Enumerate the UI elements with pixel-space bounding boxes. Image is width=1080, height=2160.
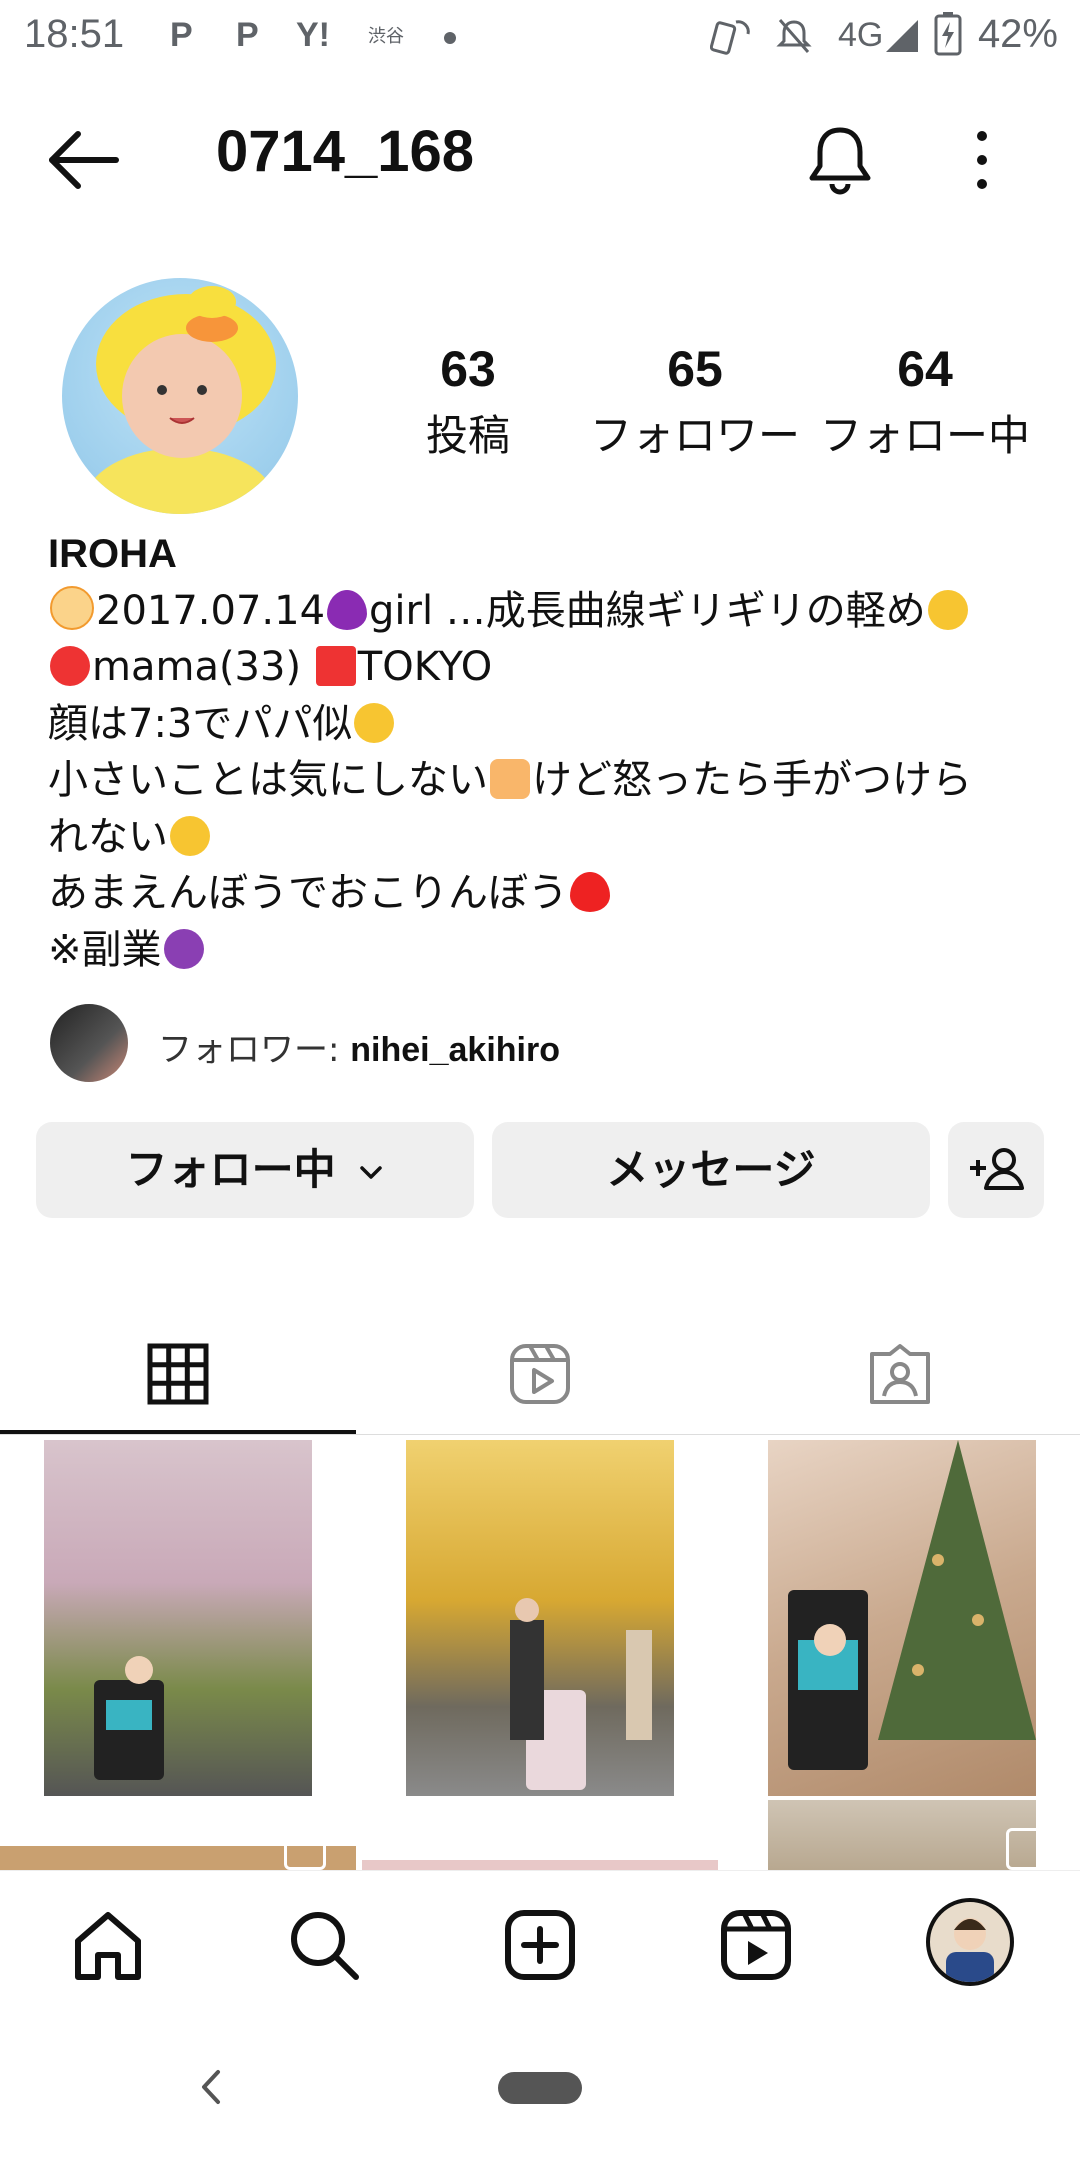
- bio-line: 顔は7:3でパパ似: [48, 696, 1048, 753]
- stat-followers[interactable]: 65 フォロワー: [585, 340, 805, 463]
- rofl-emoji-icon: [354, 702, 395, 743]
- purple-heart-emoji-icon: [327, 589, 368, 630]
- woman-emoji-icon: [50, 646, 90, 686]
- bio-text: 2017.07.14: [96, 587, 326, 634]
- bell-off-icon: [776, 19, 812, 53]
- create-icon[interactable]: [500, 1905, 580, 1985]
- post-image: [94, 1656, 164, 1780]
- tab-tagged[interactable]: [720, 1318, 1080, 1428]
- yahoo-notification-icon: Y!: [296, 16, 330, 54]
- battery-icon: [934, 12, 962, 56]
- thumbs-up-emoji-icon: [490, 759, 530, 799]
- bio-line: 小さいことは気にしない けど怒ったら手がつけら: [48, 752, 1048, 809]
- signal-icon: [886, 20, 918, 52]
- divider: [0, 1434, 1080, 1435]
- bio-text: girl …成長曲線ギリギリの軽め: [369, 587, 926, 634]
- following-button-label: フォロー中: [125, 1145, 336, 1194]
- system-back-icon[interactable]: [190, 2062, 230, 2112]
- back-arrow-icon[interactable]: [44, 120, 124, 200]
- add-user-button[interactable]: [948, 1122, 1044, 1218]
- bio-line: れない: [48, 809, 1048, 866]
- tab-reels[interactable]: [360, 1318, 720, 1428]
- bio-text: mama(33): [92, 644, 302, 690]
- nfc-icon: [710, 20, 750, 55]
- more-vert-icon[interactable]: [952, 120, 1012, 200]
- bio-text: けど怒ったら手がつけら: [532, 757, 972, 803]
- tab-posts-grid[interactable]: [0, 1318, 360, 1428]
- eye-roll-emoji-icon: [170, 815, 210, 856]
- following-count: 64: [897, 341, 953, 397]
- multi-photo-icon: [284, 1828, 326, 1870]
- profile-avatar[interactable]: [62, 278, 298, 514]
- following-button[interactable]: フォロー中: [36, 1122, 474, 1218]
- bio-text: あまえんぼうでおこりんぼう: [48, 870, 568, 916]
- status-time: 18:51: [24, 12, 125, 56]
- posts-count: 63: [440, 341, 496, 397]
- bio-text: TOKYO: [357, 644, 493, 690]
- system-home-pill[interactable]: [498, 2072, 582, 2104]
- stat-following[interactable]: 64 フォロー中: [815, 340, 1035, 463]
- followed-by-user[interactable]: nihei_akihiro: [350, 1031, 560, 1069]
- message-button[interactable]: メッセージ: [492, 1122, 930, 1218]
- thinking-face-emoji-icon: [927, 589, 968, 630]
- post-thumbnail-ginkgo-avenue[interactable]: [406, 1440, 674, 1796]
- avatar-illustration: [84, 286, 276, 514]
- bio-line: あまえんぼうでおこりんぼう: [48, 865, 1048, 922]
- reels-icon: [510, 1344, 570, 1404]
- notification-icon: 渋谷: [368, 26, 404, 46]
- notification-icon: P: [236, 16, 259, 54]
- profile-avatar-thumb: [946, 1918, 994, 1982]
- followers-count: 65: [667, 341, 723, 397]
- more-notifications-dot-icon: [444, 32, 456, 44]
- followed-by-label: フォロワー:: [158, 1030, 351, 1070]
- page-title: 0714_168: [216, 119, 475, 184]
- post-thumbnail[interactable]: [768, 1800, 1036, 1870]
- notification-icon: P: [170, 16, 193, 54]
- post-thumbnail[interactable]: [362, 1860, 718, 1870]
- post-image: [510, 1598, 652, 1790]
- search-icon[interactable]: [284, 1905, 364, 1985]
- baby-emoji-icon: [50, 585, 94, 630]
- status-bar: 18:51 P P Y! 渋谷 4G 42%: [0, 0, 1080, 72]
- bio-line: mama(33) TOKYO: [48, 639, 1048, 696]
- bio-line: 2017.07.14 girl …成長曲線ギリギリの軽め: [48, 583, 1048, 640]
- bell-icon[interactable]: [800, 120, 880, 200]
- followers-label: フォロワー: [589, 411, 800, 460]
- bio-text: れない: [48, 813, 168, 860]
- add-user-icon: [970, 1148, 1024, 1190]
- post-image: [788, 1440, 1036, 1770]
- post-thumbnail-cherry-blossom[interactable]: [44, 1440, 312, 1796]
- multi-photo-icon: [1006, 1828, 1048, 1870]
- bio-text: ※副業: [48, 926, 162, 973]
- house-emoji-icon: [315, 646, 356, 686]
- network-type: 4G: [838, 16, 884, 54]
- tagged-icon: [870, 1344, 930, 1404]
- profile-bio: IROHA 2017.07.14 girl …成長曲線ギリギリの軽め mama(3…: [48, 526, 1048, 978]
- follower-avatar[interactable]: [50, 1004, 128, 1082]
- followed-by[interactable]: フォロワー: nihei_akihiro: [158, 1022, 560, 1071]
- profile-tab-avatar[interactable]: [926, 1898, 1014, 1986]
- person-gesturing-no-emoji-icon: [163, 928, 204, 969]
- post-thumbnail-christmas-tree[interactable]: [768, 1440, 1036, 1796]
- stat-posts[interactable]: 63 投稿: [358, 340, 578, 463]
- chevron-down-icon: [360, 1165, 383, 1179]
- message-button-label: メッセージ: [606, 1145, 816, 1194]
- bio-text: 小さいことは気にしない: [48, 757, 488, 803]
- battery-percent: 42%: [977, 12, 1058, 56]
- home-icon[interactable]: [68, 1905, 148, 1985]
- display-name: IROHA: [48, 532, 177, 576]
- two-hearts-emoji-icon: [570, 872, 610, 912]
- bio-text: 顔は7:3でパパ似: [48, 700, 353, 747]
- following-label: フォロー中: [819, 411, 1030, 460]
- bio-line: ※副業: [48, 922, 1048, 979]
- grid-icon: [147, 1343, 209, 1405]
- posts-label: 投稿: [425, 411, 510, 460]
- reels-nav-icon[interactable]: [716, 1905, 796, 1985]
